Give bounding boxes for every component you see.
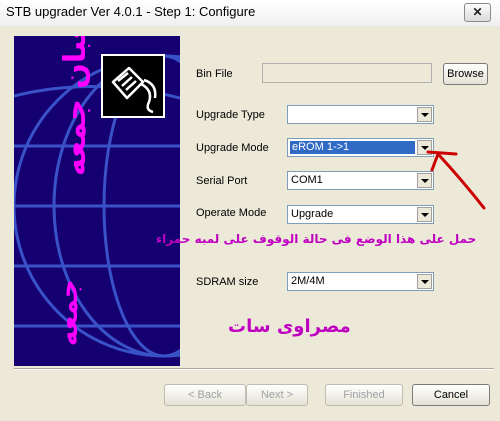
operate-mode-select[interactable]: Upgrade [287, 205, 434, 224]
sdram-size-label: SDRAM size [196, 276, 259, 288]
upgrade-mode-select[interactable]: eROM 1->1 [287, 138, 434, 157]
back-button[interactable]: < Back [164, 384, 246, 406]
banner-name-text-2: جمعه [54, 279, 84, 346]
bin-file-label: Bin File [196, 68, 233, 80]
title-bar[interactable]: STB upgrader Ver 4.0.1 - Step 1: Configu… [0, 0, 500, 26]
red-arrow-icon [426, 150, 486, 210]
bin-file-field[interactable] [262, 63, 432, 83]
upgrade-mode-label: Upgrade Mode [196, 142, 269, 154]
banner-name-text: شعبان جمعه [58, 36, 93, 176]
brand-annotation: مصراوى سات [228, 316, 351, 337]
upgrader-window: STB upgrader Ver 4.0.1 - Step 1: Configu… [0, 0, 500, 421]
browse-button[interactable]: Browse [443, 63, 488, 85]
chevron-down-icon[interactable] [417, 107, 432, 122]
network-cable-icon [101, 54, 165, 118]
serial-port-select[interactable]: COM1 [287, 171, 434, 190]
upgrade-type-select[interactable] [287, 105, 434, 124]
button-separator [14, 368, 494, 370]
instruction-annotation: حمل على هذا الوضع فى حالة الوقوف على لمب… [156, 232, 477, 246]
finished-button[interactable]: Finished [325, 384, 403, 406]
side-banner: شعبان جمعه جمعه [14, 36, 180, 366]
left-edge [0, 26, 13, 421]
close-button[interactable]: ✕ [464, 3, 491, 22]
serial-port-label: Serial Port [196, 175, 248, 187]
chevron-down-icon[interactable] [417, 274, 432, 289]
close-icon: ✕ [472, 5, 483, 19]
operate-mode-label: Operate Mode [196, 207, 267, 219]
cancel-button[interactable]: Cancel [412, 384, 490, 406]
next-button[interactable]: Next > [246, 384, 308, 406]
window-title: STB upgrader Ver 4.0.1 - Step 1: Configu… [6, 4, 256, 19]
upgrade-type-label: Upgrade Type [196, 109, 265, 121]
sdram-size-select[interactable]: 2M/4M [287, 272, 434, 291]
